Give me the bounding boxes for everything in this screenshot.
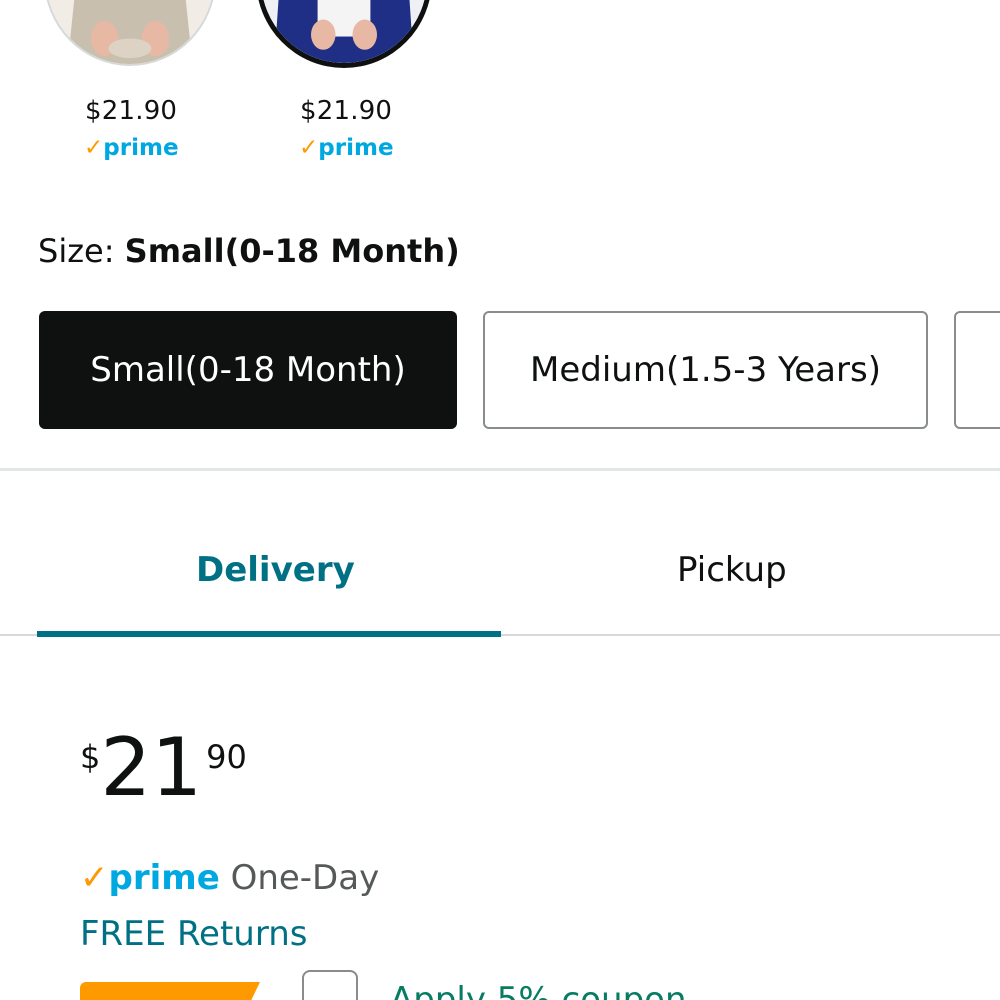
- size-option-label: Medium(1.5-3 Years): [530, 350, 881, 390]
- price-whole: 21: [100, 721, 203, 814]
- swatch-price: $21.90: [85, 96, 178, 126]
- tab-delivery[interactable]: Delivery: [196, 550, 355, 590]
- size-label: Size:: [38, 232, 115, 270]
- free-returns-link[interactable]: FREE Returns: [80, 914, 308, 954]
- active-tab-indicator: [37, 631, 501, 637]
- prime-label: prime: [318, 135, 394, 161]
- price-fraction: 90: [206, 738, 247, 776]
- swatch-price: $21.90: [300, 96, 393, 126]
- prime-check-icon: ✓: [84, 135, 104, 161]
- baby-robe-image: [261, 0, 427, 63]
- size-option-label: Small(0-18 Month): [90, 350, 406, 390]
- coupon-label[interactable]: Apply 5% coupon: [390, 980, 687, 1000]
- size-option-medium[interactable]: Medium(1.5-3 Years): [483, 311, 928, 429]
- color-swatch-navy[interactable]: [256, 0, 432, 68]
- prime-check-icon: ✓: [80, 858, 109, 898]
- product-price: $ 21 90: [80, 728, 247, 808]
- color-swatch-beige[interactable]: [44, 0, 216, 66]
- price-currency: $: [80, 738, 101, 776]
- size-option-next[interactable]: [954, 311, 1000, 429]
- size-option-small[interactable]: Small(0-18 Month): [39, 311, 457, 429]
- prime-label: prime: [108, 858, 220, 898]
- prime-delivery-line: ✓prime One-Day: [80, 858, 379, 898]
- prime-check-icon: ✓: [299, 135, 319, 161]
- swatch-prime-badge: ✓prime: [299, 135, 394, 161]
- swatch-prime-badge: ✓prime: [84, 135, 179, 161]
- coupon-badge: [80, 982, 260, 1000]
- size-selected-value: Small(0-18 Month): [124, 232, 460, 270]
- tab-pickup[interactable]: Pickup: [677, 550, 787, 590]
- section-divider: [0, 468, 1000, 471]
- prime-label: prime: [103, 135, 179, 161]
- delivery-speed: One-Day: [230, 858, 380, 898]
- baby-robe-image: [46, 0, 214, 64]
- size-label-line: Size: Small(0-18 Month): [38, 232, 460, 270]
- coupon-checkbox[interactable]: [302, 970, 358, 1000]
